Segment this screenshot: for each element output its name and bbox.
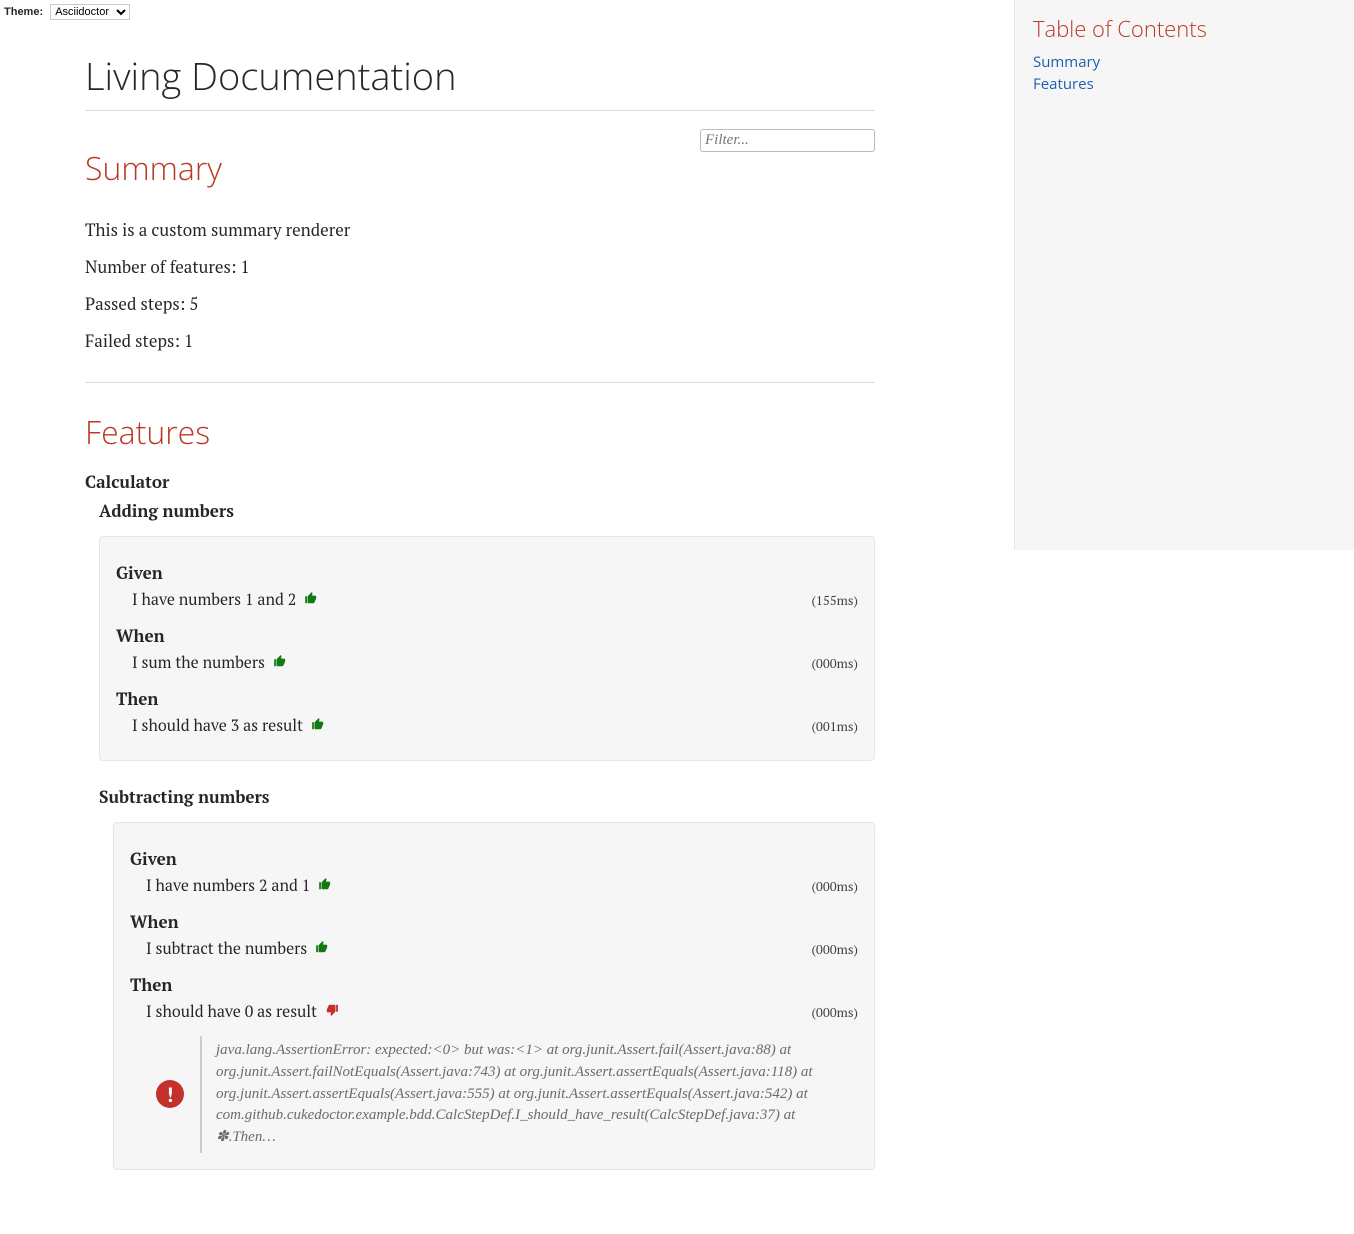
step-time: (000ms): [811, 654, 858, 672]
error-block: ! java.lang.AssertionError: expected:<0>…: [156, 1036, 858, 1153]
step-row: I should have 0 as result (000ms): [146, 1000, 858, 1022]
step-row: I subtract the numbers (000ms): [146, 937, 858, 959]
features-heading: Features: [85, 411, 875, 454]
toc-link-features[interactable]: Features: [1033, 74, 1336, 94]
step-time: (000ms): [811, 877, 858, 895]
section-divider: [85, 382, 875, 383]
page-title: Living Documentation: [85, 50, 875, 111]
scenario-block: Given I have numbers 1 and 2 (155ms) Whe…: [99, 536, 875, 761]
toc-title: Table of Contents: [1033, 14, 1336, 44]
step-text: I should have 3 as result: [132, 714, 325, 736]
summary-line: Number of features: 1: [85, 255, 875, 278]
toc-link-summary[interactable]: Summary: [1033, 52, 1336, 72]
thumbs-up-icon: [315, 939, 329, 959]
scenario-name: Subtracting numbers: [99, 785, 875, 808]
feature-name: Calculator: [85, 470, 875, 493]
step-row: I have numbers 2 and 1 (000ms): [146, 874, 858, 896]
summary-line: Passed steps: 5: [85, 292, 875, 315]
step-row: I sum the numbers (000ms): [132, 651, 858, 673]
step-keyword: Then: [130, 973, 858, 996]
theme-selector-bar: Theme: Asciidoctor: [0, 0, 1014, 20]
step-time: (000ms): [811, 1003, 858, 1021]
summary-line: This is a custom summary renderer: [85, 218, 875, 241]
scenario-name: Adding numbers: [99, 499, 875, 522]
step-text: I should have 0 as result: [146, 1000, 339, 1022]
step-row: I should have 3 as result (001ms): [132, 714, 858, 736]
filter-input[interactable]: [700, 129, 875, 152]
step-keyword: Given: [116, 561, 858, 584]
theme-label: Theme:: [4, 6, 43, 18]
thumbs-up-icon: [304, 590, 318, 610]
step-time: (155ms): [811, 591, 858, 609]
step-keyword: Given: [130, 847, 858, 870]
step-time: (000ms): [811, 940, 858, 958]
summary-heading: Summary: [85, 147, 222, 190]
step-time: (001ms): [811, 717, 858, 735]
exclamation-icon: !: [156, 1080, 184, 1108]
error-message: java.lang.AssertionError: expected:<0> b…: [200, 1036, 858, 1153]
scenario-block: Given I have numbers 2 and 1 (000ms) Whe…: [113, 822, 875, 1170]
step-text: I have numbers 2 and 1: [146, 874, 332, 896]
thumbs-down-icon: [325, 1002, 339, 1022]
table-of-contents: Table of Contents Summary Features: [1014, 0, 1354, 550]
thumbs-up-icon: [311, 716, 325, 736]
step-text: I sum the numbers: [132, 651, 287, 673]
summary-line: Failed steps: 1: [85, 329, 875, 352]
step-text: I have numbers 1 and 2: [132, 588, 318, 610]
theme-select[interactable]: Asciidoctor: [50, 4, 130, 20]
step-text: I subtract the numbers: [146, 937, 329, 959]
step-keyword: When: [130, 910, 858, 933]
thumbs-up-icon: [318, 876, 332, 896]
step-row: I have numbers 1 and 2 (155ms): [132, 588, 858, 610]
step-keyword: Then: [116, 687, 858, 710]
thumbs-up-icon: [273, 653, 287, 673]
step-keyword: When: [116, 624, 858, 647]
